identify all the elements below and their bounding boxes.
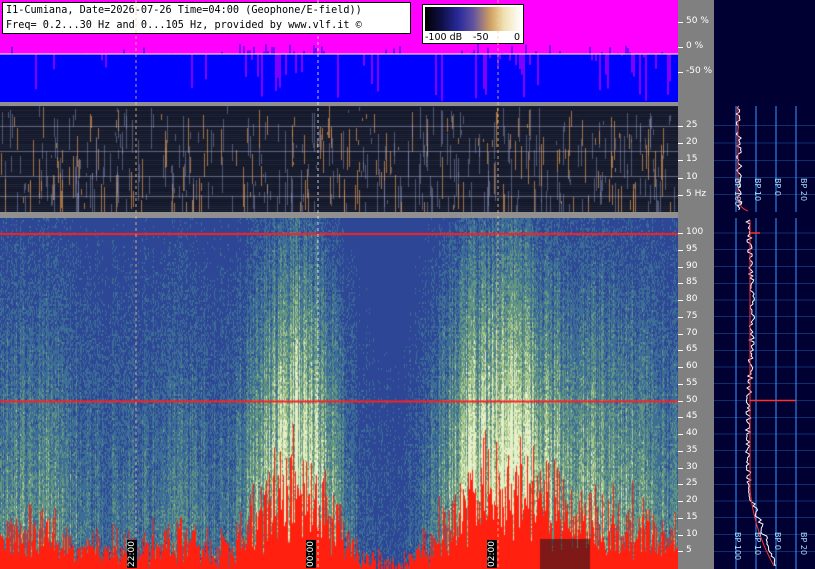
tick-label-main-19: 5 — [686, 545, 692, 556]
bp-label: BP 100 — [733, 178, 742, 207]
tick-mark-main-14 — [678, 467, 683, 469]
tick-mark-main-9 — [678, 383, 683, 385]
tick-label-main-1: 95 — [686, 243, 698, 254]
tick-mark-main-0 — [678, 233, 683, 234]
tick-label-low-0: 25 — [686, 119, 698, 130]
tick-label-main-2: 90 — [686, 260, 698, 271]
bp-label: BP 20 — [799, 532, 808, 556]
tick-label-main-4: 80 — [686, 294, 698, 304]
tick-mark-main-19 — [678, 551, 683, 553]
tick-label-main-10: 50 — [686, 394, 698, 405]
time-label-0200: 02:00 — [487, 540, 497, 568]
tick-mark-low-3 — [678, 177, 683, 179]
tick-label-pct-0: 50 % — [686, 16, 709, 26]
tick-label-main-17: 15 — [686, 511, 698, 522]
tick-label-main-12: 40 — [686, 428, 698, 438]
bp-label: BP 0 — [773, 532, 782, 550]
tick-label-main-0: 100 — [686, 227, 704, 237]
tick-mark-low-0 — [678, 125, 683, 127]
tick-label-main-14: 30 — [686, 461, 698, 472]
tick-label-main-6: 70 — [686, 327, 698, 338]
tick-mark-low-2 — [678, 160, 683, 162]
tick-label-main-7: 65 — [686, 344, 698, 355]
tick-mark-main-12 — [678, 434, 683, 435]
tick-mark-main-6 — [678, 333, 683, 335]
profile-panel: BP 100 BP 10 BP 0 BP 20 BP 100 BP 10 BP 0 BP 20 — [714, 0, 815, 569]
tick-mark-low-1 — [678, 143, 683, 144]
tick-mark-main-3 — [678, 283, 683, 285]
tick-label-main-11: 45 — [686, 411, 698, 422]
tick-mark-low-4 — [678, 194, 683, 196]
bp-label: BP 10 — [753, 178, 762, 202]
tick-mark-main-1 — [678, 249, 683, 251]
tick-label-pct-1: 0 % — [686, 41, 704, 51]
tick-label-main-16: 20 — [686, 495, 698, 505]
time-label-0000: 00:00 — [306, 540, 316, 568]
axis-labels: 50 % 0 % -50 % 25 20 15 10 5 Hz 100 95 90 85 80 75 70 6… — [0, 0, 815, 569]
tick-mark-main-15 — [678, 484, 683, 486]
tick-mark-main-2 — [678, 266, 683, 268]
spectrogram-screen: I1-Cumiana, Date=2026-07-26 Time=04:00 (… — [0, 0, 815, 569]
bp-label: BP 20 — [799, 178, 808, 202]
tick-label-main-15: 25 — [686, 478, 698, 489]
bp-label: BP 0 — [773, 178, 782, 196]
tick-mark-main-17 — [678, 517, 683, 519]
tick-mark-pct-2 — [678, 72, 683, 73]
tick-mark-main-11 — [678, 417, 683, 419]
tick-label-main-8: 60 — [686, 361, 698, 371]
tick-mark-main-5 — [678, 316, 683, 318]
tick-mark-main-13 — [678, 450, 683, 452]
time-label-2200: 22:00 — [127, 540, 137, 568]
bp-label: BP 10 — [753, 532, 762, 556]
tick-label-main-18: 10 — [686, 528, 698, 539]
tick-label-low-1: 20 — [686, 137, 698, 147]
tick-mark-main-16 — [678, 501, 683, 502]
tick-mark-main-4 — [678, 300, 683, 301]
tick-label-main-13: 35 — [686, 444, 698, 455]
tick-label-main-3: 85 — [686, 277, 698, 288]
tick-label-low-3: 10 — [686, 171, 698, 182]
bp-labels: BP 100 BP 10 BP 0 BP 20 BP 100 BP 10 BP 0 BP 20 — [714, 0, 815, 569]
tick-mark-pct-0 — [678, 22, 683, 23]
tick-label-low-4: 5 Hz — [686, 188, 707, 199]
tick-mark-main-8 — [678, 367, 683, 368]
tick-mark-main-18 — [678, 534, 683, 536]
tick-label-pct-2: -50 % — [686, 66, 713, 76]
tick-label-low-2: 15 — [686, 154, 698, 165]
tick-mark-pct-1 — [678, 47, 683, 48]
tick-label-main-9: 55 — [686, 377, 698, 388]
tick-label-main-5: 75 — [686, 310, 698, 321]
tick-mark-main-7 — [678, 350, 683, 352]
tick-mark-main-10 — [678, 400, 683, 402]
bp-label: BP 100 — [733, 532, 742, 561]
